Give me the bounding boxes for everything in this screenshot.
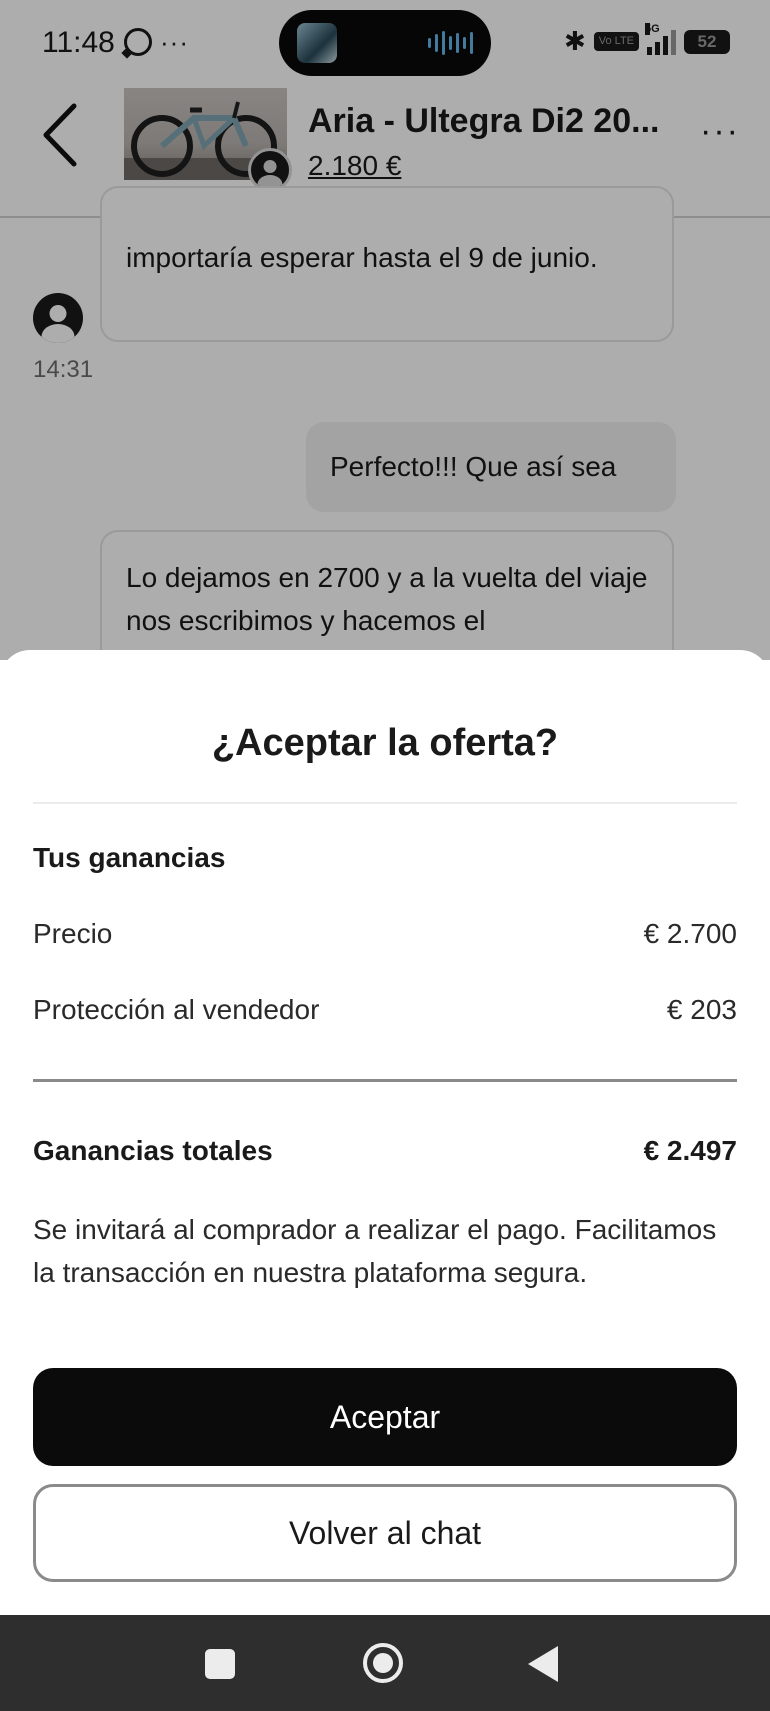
modal-backdrop[interactable] [0,0,770,660]
price-value: € 2.700 [643,918,737,949]
total-divider [33,1079,737,1082]
total-earnings-value: € 2.497 [643,1135,737,1166]
system-navigation-bar [0,1615,770,1711]
price-label: Precio [33,918,113,949]
home-circle-icon[interactable] [363,1643,403,1683]
back-triangle-icon[interactable] [528,1646,558,1682]
accept-button[interactable]: Aceptar [33,1368,737,1466]
back-to-chat-button[interactable]: Volver al chat [33,1484,737,1582]
payment-note: Se invitará al comprador a realizar el p… [33,1214,717,1288]
earnings-section-title: Tus ganancias [33,842,226,873]
sheet-title: ¿Aceptar la oferta? [211,722,559,764]
total-earnings-label: Ganancias totales [33,1135,273,1166]
divider [33,802,737,804]
seller-protection-label: Protección al vendedor [33,994,320,1025]
recents-square-icon[interactable] [205,1649,235,1679]
accept-offer-sheet: ¿Aceptar la oferta? Tus ganancias Precio… [0,650,770,1650]
seller-protection-value: € 203 [666,994,737,1025]
